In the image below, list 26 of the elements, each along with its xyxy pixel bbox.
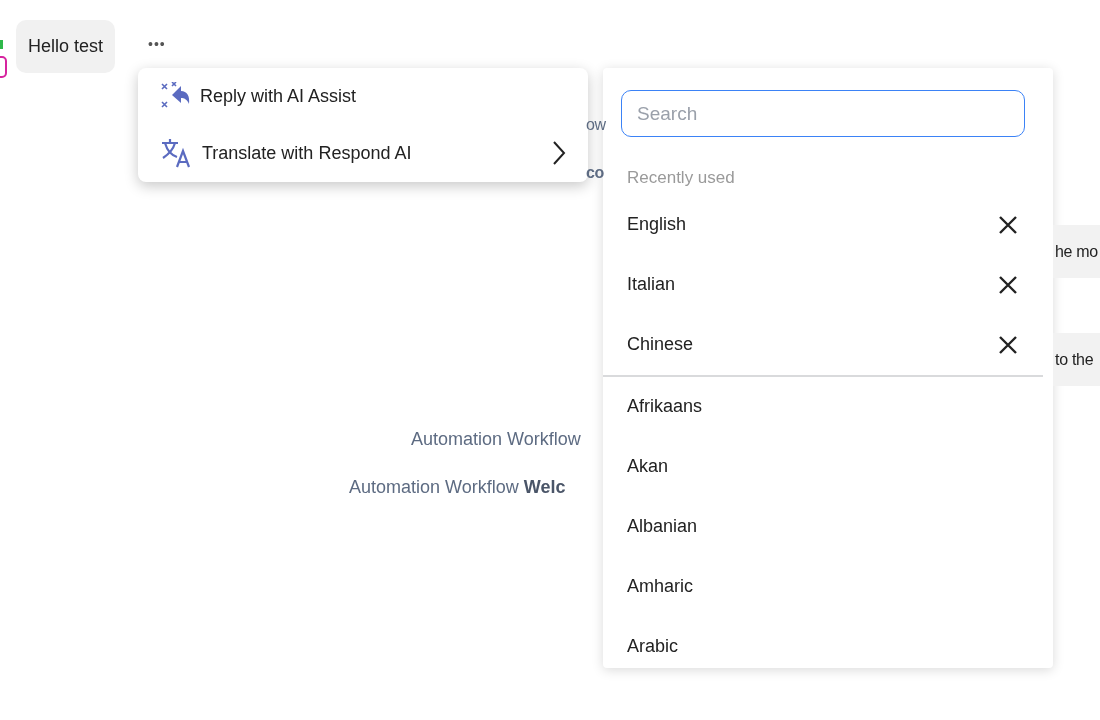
- message-bubble: he mo: [1053, 225, 1100, 278]
- menu-item[interactable]: Translate with Respond AI: [160, 134, 566, 172]
- language-option[interactable]: English: [627, 211, 687, 238]
- language-option[interactable]: Italian: [627, 271, 676, 298]
- message-bubble: Hello test: [16, 20, 116, 73]
- translate-icon: [160, 138, 192, 168]
- language-option[interactable]: Arabic: [627, 633, 679, 660]
- language-option[interactable]: Chinese: [627, 331, 694, 358]
- close-icon[interactable]: [999, 335, 1017, 354]
- message-bubble: to the: [1053, 333, 1100, 386]
- language-option[interactable]: Akan: [627, 453, 669, 480]
- close-icon[interactable]: [999, 215, 1017, 234]
- language-option[interactable]: Afrikaans: [627, 393, 703, 420]
- sparkle-reply-icon: [160, 82, 190, 110]
- search-field[interactable]: Search: [621, 90, 1025, 137]
- more-button[interactable]: •••: [144, 34, 170, 55]
- system-message: Automation Workflow Welc: [349, 476, 566, 499]
- language-option[interactable]: Albanian: [627, 513, 698, 540]
- system-message: Automation Workflow: [411, 428, 581, 451]
- close-icon[interactable]: [999, 275, 1017, 294]
- message-text: co: [586, 163, 604, 183]
- message-text: ow: [586, 115, 606, 135]
- section-heading: Recently used: [626, 167, 736, 189]
- menu-item[interactable]: Reply with AI Assist: [160, 78, 566, 114]
- channel-icon: [0, 38, 8, 78]
- language-option[interactable]: Amharic: [627, 573, 693, 600]
